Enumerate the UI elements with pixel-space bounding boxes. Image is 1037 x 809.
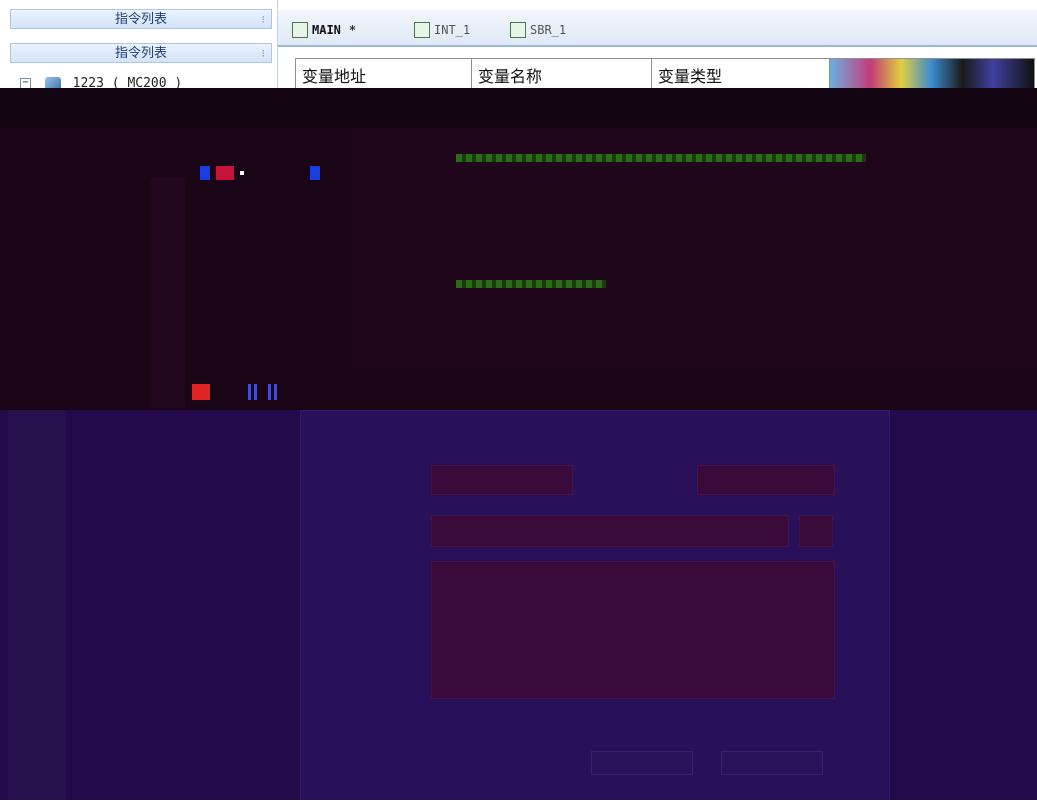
- tab-int1[interactable]: INT_1: [414, 18, 470, 42]
- interrupt-routine-icon: [414, 22, 430, 38]
- instruction-panel: 指令列表 ⁝ 指令列表 ⁝ − 1223 ( MC200 ): [0, 0, 276, 91]
- bottom-edge: [0, 800, 1037, 809]
- panel-header-label: 指令列表: [114, 12, 167, 27]
- panel-header-label: 指令列表: [114, 46, 167, 61]
- tab-sbr1[interactable]: SBR_1: [510, 18, 566, 42]
- column-header-type[interactable]: 变量类型: [652, 59, 830, 90]
- tab-main[interactable]: MAIN *: [292, 18, 356, 42]
- variable-table-header: 变量地址 变量名称 变量类型: [295, 58, 1035, 90]
- column-header-address[interactable]: 变量地址: [296, 59, 472, 90]
- pin-icon[interactable]: ⁝: [262, 44, 266, 64]
- obscured-button[interactable]: [721, 751, 823, 775]
- obscured-button[interactable]: [799, 515, 833, 547]
- modified-indicator: *: [348, 23, 357, 37]
- subroutine-icon: [510, 22, 526, 38]
- glitch-block: [352, 128, 1037, 368]
- glitch-glyphs-bottom: [192, 384, 280, 400]
- obscured-input[interactable]: [697, 465, 835, 495]
- corrupted-dialog-region: [0, 410, 1037, 809]
- glitch-glyph: [248, 384, 260, 400]
- panel-header-instructions[interactable]: 指令列表 ⁝: [10, 9, 272, 29]
- glitch-column: [8, 410, 66, 809]
- glitch-glyph: [200, 166, 210, 180]
- tab-label: SBR_1: [530, 23, 567, 37]
- obscured-input[interactable]: [431, 515, 789, 547]
- glitch-glyph: [268, 384, 280, 400]
- obscured-button[interactable]: [591, 751, 693, 775]
- glitch-glyph: [240, 171, 244, 175]
- glitch-strip: [0, 88, 1037, 128]
- tab-label: INT_1: [434, 23, 471, 37]
- column-header-name[interactable]: 变量名称: [472, 59, 652, 90]
- column-header-comment[interactable]: [830, 59, 1034, 90]
- obscured-textarea[interactable]: [431, 561, 835, 699]
- glitch-glyph: [192, 384, 210, 400]
- glitch-green-line: [456, 154, 866, 162]
- glitch-glyph: [216, 166, 234, 180]
- obscured-dialog: [300, 410, 890, 802]
- glitch-glyphs: [200, 166, 320, 180]
- panel-header-instructions-2[interactable]: 指令列表 ⁝: [10, 43, 272, 63]
- ladder-diagram-icon: [292, 22, 308, 38]
- tab-label: MAIN: [312, 23, 341, 37]
- pin-icon[interactable]: ⁝: [262, 10, 266, 30]
- editor-area: MAIN * INT_1 SBR_1 变量地址 变量名称 变量类型: [277, 0, 1037, 90]
- glitch-column: [150, 178, 185, 408]
- tab-strip: MAIN * INT_1 SBR_1: [278, 10, 1037, 47]
- corrupted-render-region: [0, 88, 1037, 410]
- glitch-glyph: [310, 166, 320, 180]
- glitch-green-line: [456, 280, 606, 288]
- obscured-input[interactable]: [431, 465, 573, 495]
